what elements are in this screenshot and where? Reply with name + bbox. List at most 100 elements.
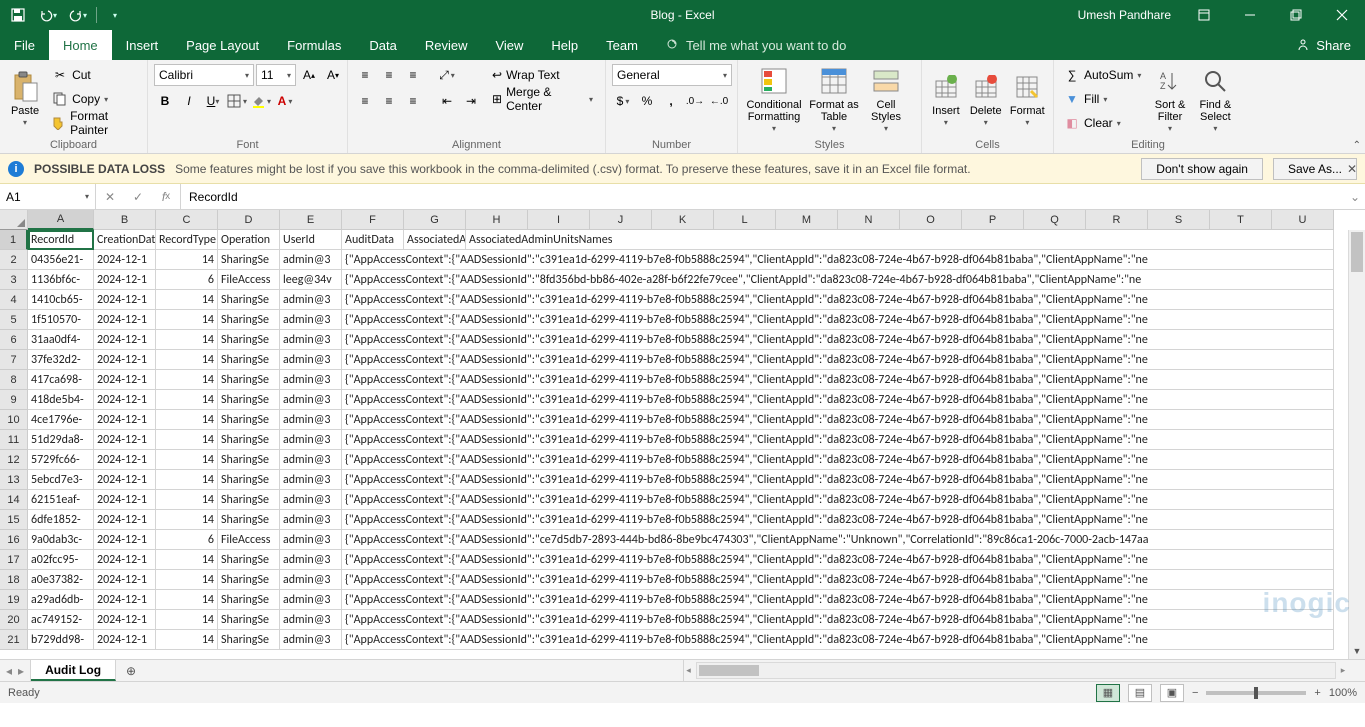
zoom-slider[interactable] xyxy=(1206,691,1306,695)
comma-format-icon[interactable]: , xyxy=(660,90,682,112)
cell[interactable]: 9a0dab3c- xyxy=(28,530,94,550)
cell[interactable]: 14 xyxy=(156,350,218,370)
collapse-ribbon-icon[interactable]: ⌃ xyxy=(1353,140,1361,151)
user-name[interactable]: Umesh Pandhare xyxy=(1078,8,1181,22)
redo-icon[interactable]: ▾ xyxy=(66,3,90,27)
cell[interactable]: FileAccess xyxy=(218,270,280,290)
cell[interactable]: SharingSe xyxy=(218,510,280,530)
tab-page-layout[interactable]: Page Layout xyxy=(172,30,273,60)
cell[interactable]: ac749152- xyxy=(28,610,94,630)
autosum-button[interactable]: ∑AutoSum▾ xyxy=(1060,64,1145,86)
conditional-formatting-button[interactable]: Conditional Formatting▾ xyxy=(744,64,804,134)
cell[interactable]: {"AppAccessContext":{"AADSessionId":"c39… xyxy=(342,470,1334,490)
cell[interactable]: {"AppAccessContext":{"AADSessionId":"c39… xyxy=(342,370,1334,390)
cell[interactable]: {"AppAccessContext":{"AADSessionId":"c39… xyxy=(342,390,1334,410)
cell[interactable]: {"AppAccessContext":{"AADSessionId":"c39… xyxy=(342,610,1334,630)
hscroll-thumb[interactable] xyxy=(699,665,759,676)
row-header[interactable]: 4 xyxy=(0,290,28,310)
cell[interactable]: 14 xyxy=(156,630,218,650)
row-header[interactable]: 8 xyxy=(0,370,28,390)
row-header[interactable]: 13 xyxy=(0,470,28,490)
cell[interactable]: 2024-12-1 xyxy=(94,410,156,430)
cut-button[interactable]: ✂Cut xyxy=(48,64,141,86)
cell[interactable]: SharingSe xyxy=(218,430,280,450)
cell[interactable]: 2024-12-1 xyxy=(94,310,156,330)
row-header[interactable]: 15 xyxy=(0,510,28,530)
cell[interactable]: 1f510570- xyxy=(28,310,94,330)
cell[interactable]: 2024-12-1 xyxy=(94,610,156,630)
cell[interactable]: SharingSe xyxy=(218,410,280,430)
col-header[interactable]: T xyxy=(1210,210,1272,230)
cell[interactable]: 2024-12-1 xyxy=(94,370,156,390)
ribbon-display-icon[interactable] xyxy=(1181,0,1227,30)
cell[interactable]: 14 xyxy=(156,570,218,590)
cell[interactable]: 14 xyxy=(156,310,218,330)
cell[interactable]: 51d29da8- xyxy=(28,430,94,450)
col-header[interactable]: D xyxy=(218,210,280,230)
fill-color-button[interactable] xyxy=(250,90,272,112)
cell[interactable]: 2024-12-1 xyxy=(94,510,156,530)
row-header[interactable]: 19 xyxy=(0,590,28,610)
border-button[interactable] xyxy=(226,90,248,112)
cell[interactable]: 6 xyxy=(156,270,218,290)
cell[interactable]: 2024-12-1 xyxy=(94,550,156,570)
increase-font-icon[interactable]: A▴ xyxy=(298,64,320,86)
col-header[interactable]: K xyxy=(652,210,714,230)
cell[interactable]: admin@3 xyxy=(280,450,342,470)
cell[interactable]: SharingSe xyxy=(218,290,280,310)
percent-format-icon[interactable]: % xyxy=(636,90,658,112)
save-as-button[interactable]: Save As... xyxy=(1273,158,1357,180)
col-header[interactable]: G xyxy=(404,210,466,230)
cell[interactable]: SharingSe xyxy=(218,470,280,490)
cell[interactable]: UserId xyxy=(280,230,342,250)
cell[interactable]: 37fe32d2- xyxy=(28,350,94,370)
cell[interactable]: 14 xyxy=(156,430,218,450)
cell[interactable]: 1410cb65- xyxy=(28,290,94,310)
cell[interactable]: {"AppAccessContext":{"AADSessionId":"c39… xyxy=(342,350,1334,370)
fill-button[interactable]: ▼Fill▾ xyxy=(1060,88,1145,110)
cell[interactable]: SharingSe xyxy=(218,250,280,270)
increase-indent-icon[interactable]: ⇥ xyxy=(460,90,482,112)
col-header[interactable]: S xyxy=(1148,210,1210,230)
sheet-tab-active[interactable]: Audit Log xyxy=(31,660,116,681)
fx-icon[interactable]: fx xyxy=(152,190,180,204)
col-header[interactable]: C xyxy=(156,210,218,230)
cell[interactable]: 14 xyxy=(156,490,218,510)
cell[interactable]: 14 xyxy=(156,470,218,490)
scroll-thumb[interactable] xyxy=(1351,232,1363,272)
cell[interactable]: a29ad6db- xyxy=(28,590,94,610)
cell[interactable]: {"AppAccessContext":{"AADSessionId":"c39… xyxy=(342,290,1334,310)
align-right-icon[interactable]: ≡ xyxy=(402,90,424,112)
cell[interactable]: {"AppAccessContext":{"AADSessionId":"c39… xyxy=(342,590,1334,610)
normal-view-icon[interactable]: ▦ xyxy=(1096,684,1120,702)
decrease-font-icon[interactable]: A▾ xyxy=(322,64,344,86)
font-size-combo[interactable]: 11▾ xyxy=(256,64,296,86)
cell[interactable]: admin@3 xyxy=(280,490,342,510)
cell[interactable]: AuditData xyxy=(342,230,404,250)
cell[interactable]: {"AppAccessContext":{"AADSessionId":"c39… xyxy=(342,570,1334,590)
cell[interactable]: admin@3 xyxy=(280,590,342,610)
cell[interactable]: SharingSe xyxy=(218,390,280,410)
align-center-icon[interactable]: ≡ xyxy=(378,90,400,112)
cell[interactable]: {"AppAccessContext":{"AADSessionId":"c39… xyxy=(342,450,1334,470)
cell[interactable]: 4ce1796e- xyxy=(28,410,94,430)
cell[interactable]: 5729fc66- xyxy=(28,450,94,470)
cell[interactable]: 14 xyxy=(156,610,218,630)
cell[interactable]: 04356e21- xyxy=(28,250,94,270)
zoom-out-icon[interactable]: − xyxy=(1192,687,1198,699)
hscroll-left-icon[interactable]: ◂ xyxy=(684,665,694,676)
cell[interactable]: 2024-12-1 xyxy=(94,530,156,550)
row-header[interactable]: 18 xyxy=(0,570,28,590)
cell[interactable]: admin@3 xyxy=(280,610,342,630)
page-break-view-icon[interactable]: ▣ xyxy=(1160,684,1184,702)
cell[interactable]: 14 xyxy=(156,450,218,470)
cell[interactable]: admin@3 xyxy=(280,550,342,570)
cell[interactable]: 62151eaf- xyxy=(28,490,94,510)
cell[interactable]: SharingSe xyxy=(218,570,280,590)
cell[interactable]: {"AppAccessContext":{"AADSessionId":"c39… xyxy=(342,310,1334,330)
format-painter-button[interactable]: Format Painter xyxy=(48,112,141,134)
col-header[interactable]: E xyxy=(280,210,342,230)
col-header[interactable]: A xyxy=(28,210,94,230)
cell[interactable]: a02fcc95- xyxy=(28,550,94,570)
cell[interactable]: 2024-12-1 xyxy=(94,590,156,610)
